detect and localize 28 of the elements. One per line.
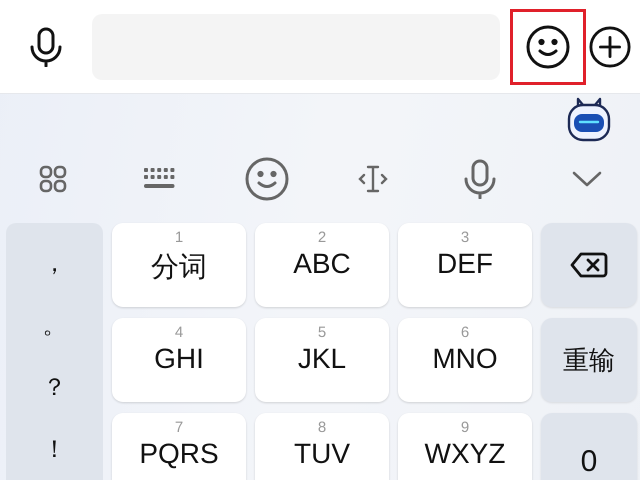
punctuation-key[interactable]: ！ <box>24 425 84 473</box>
punctuation-key[interactable]: ？ <box>24 363 84 411</box>
function-key[interactable]: 重输 <box>541 318 637 402</box>
punctuation-key[interactable]: ， <box>24 239 84 287</box>
backspace-icon <box>570 252 608 278</box>
letter-key[interactable]: 1 分词 <box>112 223 246 307</box>
letter-key[interactable]: 8 TUV <box>255 413 389 480</box>
punctuation-key[interactable]: 。 <box>24 301 84 349</box>
plus-icon <box>589 24 631 68</box>
letter-key[interactable]: 2 ABC <box>255 223 389 307</box>
letter-key[interactable]: 3 DEF <box>398 223 532 307</box>
smiley-icon <box>526 24 570 68</box>
letter-key[interactable]: 5 JKL <box>255 318 389 402</box>
letter-key[interactable]: 9 WXYZ <box>398 413 532 480</box>
letter-key[interactable]: 6 MNO <box>398 318 532 402</box>
text-cursor-icon <box>358 165 388 193</box>
grid-icon <box>39 165 68 193</box>
microphone-icon <box>462 159 497 199</box>
smiley-icon <box>244 157 289 201</box>
letter-key[interactable]: 7 PQRS <box>112 413 246 480</box>
letter-key[interactable]: 4 GHI <box>112 318 246 402</box>
robot-icon[interactable] <box>566 96 612 142</box>
microphone-icon <box>29 26 63 66</box>
emoji-button[interactable] <box>510 8 586 84</box>
keyboard-icon <box>144 167 176 191</box>
function-key[interactable]: 0 <box>541 413 637 480</box>
backspace-key[interactable] <box>541 223 637 307</box>
chevron-down-icon <box>572 170 602 188</box>
